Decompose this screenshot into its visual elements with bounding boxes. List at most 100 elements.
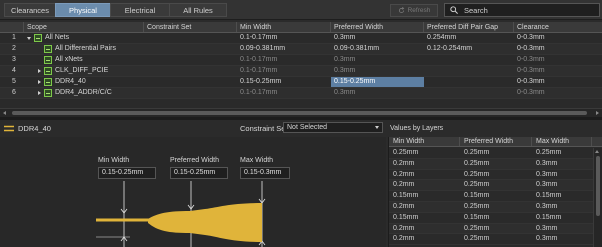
layer-row[interactable]: 0.15mm 0.15mm 0.15mm [389,191,602,202]
clearance-cell[interactable]: 0-0.3mm [514,88,602,98]
table-row[interactable]: 1 All Nets 0.1-0.17mm 0.3mm 0.254mm 0-0.3mm [0,33,602,44]
layer-max-width-cell[interactable]: 0.3mm [532,202,592,212]
layer-max-width-cell[interactable]: 0.3mm [532,170,592,180]
layer-preferred-width-cell[interactable]: 0.25mm [460,202,532,212]
layer-preferred-width-cell[interactable]: 0.25mm [460,180,532,190]
min-width-cell[interactable]: 0.1-0.17mm [237,88,331,98]
layer-min-width-cell[interactable]: 0.15mm [389,213,460,223]
constraint-set-cell[interactable] [144,44,237,54]
refresh-button[interactable]: Refresh [390,4,438,17]
clearance-cell[interactable]: 0-0.3mm [514,66,602,76]
layer-row[interactable]: 0.2mm 0.25mm 0.3mm [389,201,602,213]
scroll-right-icon[interactable] [596,111,599,115]
constraint-set-cell[interactable] [144,88,237,98]
tab-all-rules[interactable]: All Rules [169,3,227,17]
scope-cell[interactable]: All xNets [24,55,144,65]
layer-max-width-cell[interactable]: 0.3mm [532,224,592,234]
scroll-thumb[interactable] [12,111,587,115]
table-row[interactable]: 6 DDR4_ADDR/C/C 0.1-0.17mm 0.3mm 0-0.3mm [0,88,602,99]
search-input[interactable] [464,5,584,15]
layer-min-width-cell[interactable]: 0.2mm [389,170,460,180]
diff-pair-gap-cell[interactable] [424,88,514,98]
col-header-min-width[interactable]: Min Width [237,22,331,32]
layer-preferred-width-cell[interactable]: 0.25mm [460,170,532,180]
scroll-up-icon[interactable] [595,150,599,153]
layer-row[interactable]: 0.2mm 0.25mm 0.3mm [389,223,602,235]
layer-max-width-cell[interactable]: 0.3mm [532,180,592,190]
scope-cell[interactable]: All Nets [24,33,144,43]
preferred-width-cell[interactable]: 0.3mm [331,66,424,76]
col-header-diff-pair-gap[interactable]: Preferred Diff Pair Gap [424,22,514,32]
tab-physical[interactable]: Physical [55,3,111,17]
table-row[interactable]: 3 All xNets 0.1-0.17mm 0.3mm 0-0.3mm [0,55,602,66]
layer-max-width-cell[interactable]: 0.3mm [532,159,592,169]
layer-preferred-width-cell[interactable]: 0.25mm [460,224,532,234]
table-row[interactable]: 5 DDR4_40 0.15-0.25mm 0.15-0.25mm 0-0.3mm [0,77,602,88]
diff-pair-gap-cell[interactable] [424,77,514,87]
col-header-scope[interactable]: Scope [24,22,144,32]
expand-arrow-icon[interactable] [27,36,31,40]
search-box[interactable] [444,3,600,17]
collapse-arrow-icon[interactable] [38,80,41,84]
layer-min-width-cell[interactable]: 0.25mm [389,148,460,158]
scroll-left-icon[interactable] [3,111,6,115]
constraint-set-cell[interactable] [144,77,237,87]
layer-preferred-width-cell[interactable]: 0.25mm [460,234,532,244]
tab-clearances[interactable]: Clearances [4,3,56,17]
tab-electrical[interactable]: Electrical [110,3,170,17]
vertical-scrollbar[interactable] [593,148,602,247]
layer-row[interactable]: 0.2mm 0.25mm 0.3mm [389,234,602,246]
table-row[interactable]: 4 CLK_DIFF_PCIE 0.1-0.17mm 0.3mm 0-0.3mm [0,66,602,77]
preferred-width-cell[interactable]: 0.09-0.381mm [331,44,424,54]
collapse-arrow-icon[interactable] [38,69,41,73]
table-row[interactable]: 2 All Differential Pairs 0.09-0.381mm 0.09-… [0,44,602,55]
layer-row[interactable]: 0.15mm 0.15mm 0.15mm [389,213,602,224]
scope-cell[interactable]: DDR4_ADDR/C/C [24,88,144,98]
layer-row[interactable]: 0.2mm 0.25mm 0.3mm [389,180,602,192]
layer-min-width-cell[interactable]: 0.2mm [389,234,460,244]
scope-cell[interactable]: DDR4_40 [24,77,144,87]
constraint-set-cell[interactable] [144,33,237,43]
layer-max-width-cell[interactable]: 0.15mm [532,191,592,201]
preferred-width-cell[interactable]: 0.3mm [331,33,424,43]
layer-min-width-cell[interactable]: 0.2mm [389,159,460,169]
layers-col-max-width[interactable]: Max Width [532,137,592,146]
col-header-clearance[interactable]: Clearance [514,22,602,32]
min-width-cell[interactable]: 0.1-0.17mm [237,55,331,65]
diff-pair-gap-cell[interactable]: 0.254mm [424,33,514,43]
panel-splitter[interactable] [0,117,602,120]
layer-min-width-cell[interactable]: 0.2mm [389,180,460,190]
min-width-cell[interactable]: 0.1-0.17mm [237,66,331,76]
col-header-index[interactable] [0,22,24,32]
min-width-cell[interactable]: 0.15-0.25mm [237,77,331,87]
layer-preferred-width-cell[interactable]: 0.15mm [460,213,532,223]
diff-pair-gap-cell[interactable] [424,55,514,65]
layer-row[interactable]: 0.25mm 0.25mm 0.25mm [389,148,602,159]
constraint-set-cell[interactable] [144,66,237,76]
layer-max-width-cell[interactable]: 0.25mm [532,148,592,158]
layers-col-min-width[interactable]: Min Width [389,137,460,146]
clearance-cell[interactable]: 0-0.3mm [514,33,602,43]
layer-preferred-width-cell[interactable]: 0.25mm [460,159,532,169]
constraint-set-cell[interactable] [144,55,237,65]
preferred-width-cell[interactable]: 0.3mm [331,88,424,98]
clearance-cell[interactable]: 0-0.3mm [514,55,602,65]
scope-cell[interactable]: All Differential Pairs [24,44,144,54]
layer-preferred-width-cell[interactable]: 0.15mm [460,191,532,201]
layer-row[interactable]: 0.2mm 0.25mm 0.3mm [389,170,602,181]
layer-min-width-cell[interactable]: 0.2mm [389,224,460,234]
clearance-cell[interactable]: 0-0.3mm [514,77,602,87]
vertical-scroll-thumb[interactable] [596,156,600,216]
layer-min-width-cell[interactable]: 0.15mm [389,191,460,201]
diff-pair-gap-cell[interactable]: 0.12-0.254mm [424,44,514,54]
scope-cell[interactable]: CLK_DIFF_PCIE [24,66,144,76]
min-width-cell[interactable]: 0.09-0.381mm [237,44,331,54]
preferred-width-cell[interactable]: 0.3mm [331,55,424,65]
constraint-set-dropdown[interactable]: Not Selected [283,122,383,133]
clearance-cell[interactable]: 0-0.3mm [514,44,602,54]
min-width-cell[interactable]: 0.1-0.17mm [237,33,331,43]
layer-preferred-width-cell[interactable]: 0.25mm [460,148,532,158]
preferred-width-cell[interactable]: 0.15-0.25mm [331,77,424,87]
layer-min-width-cell[interactable]: 0.2mm [389,202,460,212]
layer-max-width-cell[interactable]: 0.3mm [532,234,592,244]
